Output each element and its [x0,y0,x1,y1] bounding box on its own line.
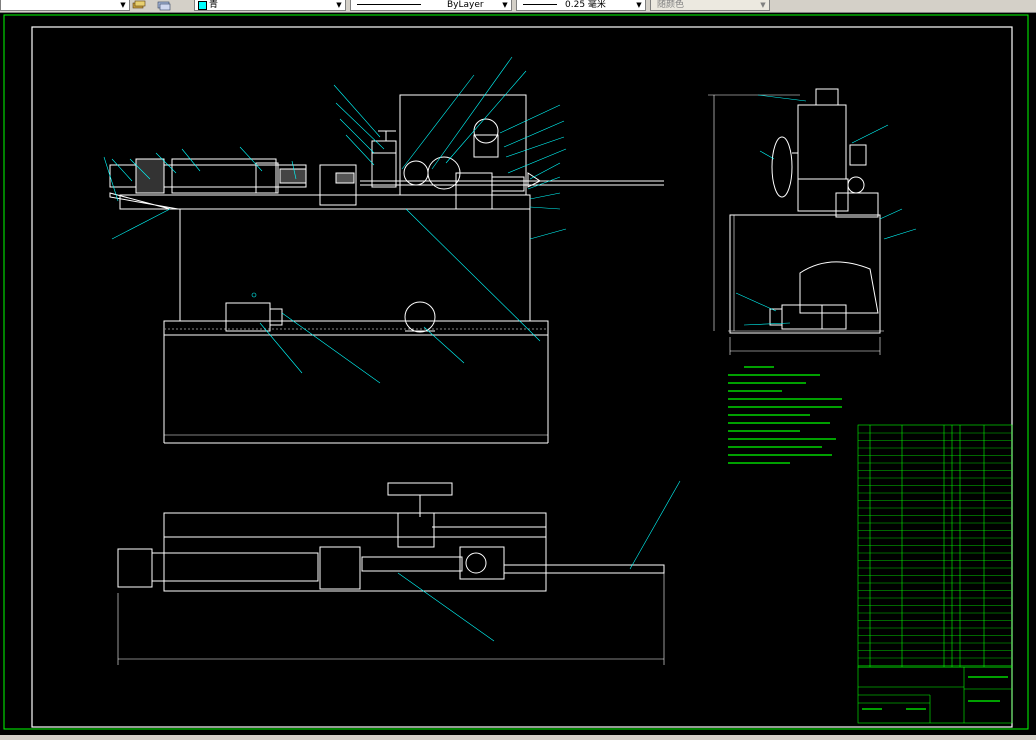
lineweight-value: 0.25 毫米 [565,0,606,10]
plotstyle-combo[interactable]: 随颜色 ▼ [650,0,770,11]
layer-state-combo[interactable]: ▼ [0,0,130,11]
chevron-down-icon[interactable]: ▼ [118,1,128,9]
chevron-down-icon[interactable]: ▼ [634,1,644,9]
plotstyle-value: 随颜色 [657,0,685,10]
layer-previous-icon[interactable] [156,0,172,11]
linetype-value: ByLayer [447,0,484,10]
layer-value: 青 [209,0,219,10]
properties-toolbar: ▼ 青 ▼ ByLayer ▼ 0.25 毫米 ▼ 随颜色 ▼ [0,0,1036,13]
lineweight-combo[interactable]: 0.25 毫米 ▼ [516,0,646,11]
cad-drawing [0,13,1036,735]
chevron-down-icon[interactable]: ▼ [500,1,510,9]
chevron-down-icon[interactable]: ▼ [758,1,768,9]
status-bar [0,735,1036,740]
color-swatch-icon [198,1,207,10]
layer-combo[interactable]: 青 ▼ [194,0,346,11]
drawing-canvas[interactable] [0,13,1036,735]
linetype-preview [357,4,421,5]
chevron-down-icon[interactable]: ▼ [334,1,344,9]
lineweight-preview [523,4,557,5]
linetype-combo[interactable]: ByLayer ▼ [350,0,512,11]
layer-icon[interactable] [132,0,146,11]
